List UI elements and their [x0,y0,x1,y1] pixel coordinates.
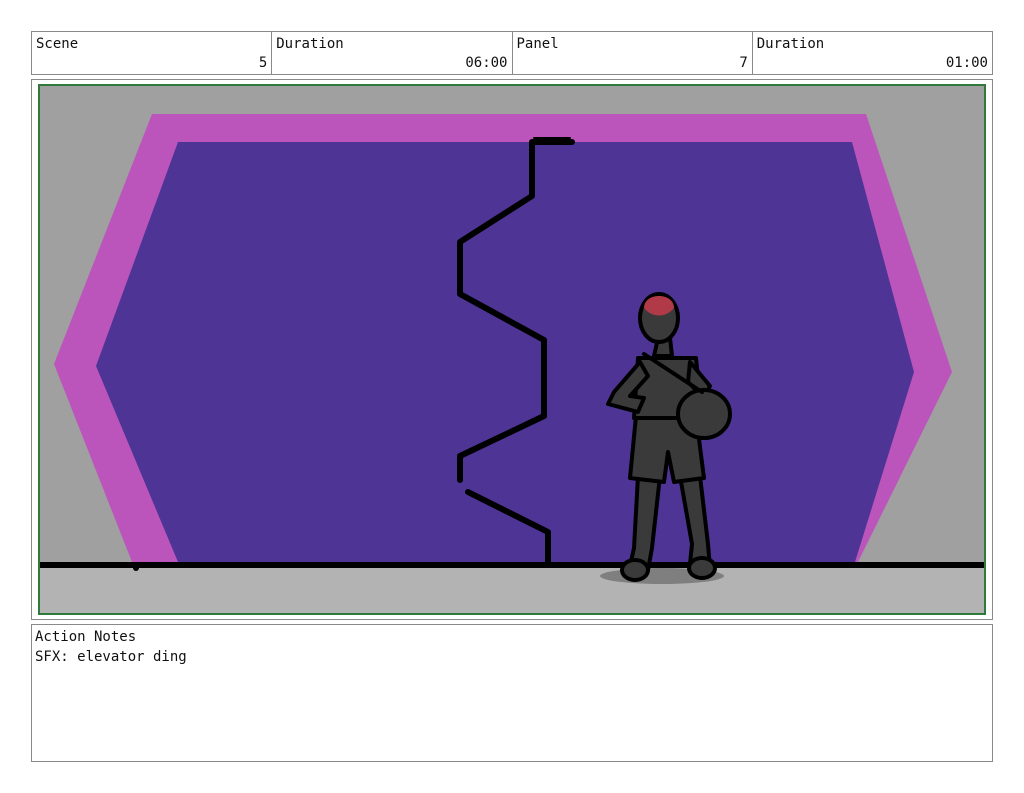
action-notes-label: Action Notes [35,629,137,645]
panel-drawing-area [38,84,986,615]
panel-value: 7 [739,55,748,71]
panel-label: Panel [516,36,559,52]
panel-frame [31,79,993,620]
storyboard-header: Scene 5 Duration 06:00 Panel 7 Duration … [31,31,993,75]
panel-duration-label: Duration [756,36,825,52]
scene-duration-label: Duration [276,36,344,52]
floor-line [40,562,984,568]
elevator-doors [96,142,914,562]
scene-duration-value: 06:00 [465,55,508,71]
panel-duration-value: 01:00 [945,55,988,71]
scene-duration-cell: Duration 06:00 [272,32,513,74]
floor [40,564,984,613]
panel-cell: Panel 7 [513,32,753,74]
scene-label: Scene [36,36,79,52]
action-notes-text: SFX: elevator ding [35,649,187,665]
scene-value: 5 [258,55,268,71]
panel-duration-cell: Duration 01:00 [753,32,992,74]
action-notes: Action Notes SFX: elevator ding [31,624,993,762]
storyboard-drawing [40,86,984,613]
scene-cell: Scene 5 [32,32,273,74]
